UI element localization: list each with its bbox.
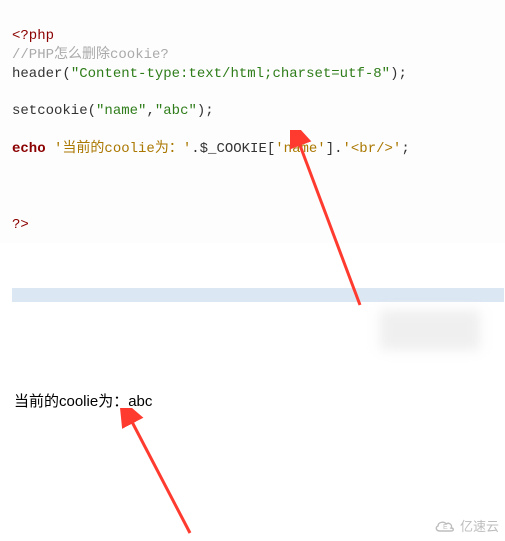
- php-comment: //PHP怎么删除cookie?: [12, 47, 169, 63]
- blur-overlay: [380, 310, 480, 350]
- output-line: 当前的coolie为：abc: [14, 390, 152, 411]
- php-close-tag: ?>: [12, 217, 29, 233]
- watermark-text: 亿速云: [460, 516, 499, 535]
- highlight-band: [12, 288, 504, 302]
- header-call: header: [12, 66, 62, 82]
- setcookie-arg1: "name": [96, 103, 146, 119]
- setcookie-call: setcookie: [12, 103, 88, 119]
- annotation-arrow-2-icon: [120, 408, 210, 538]
- echo-keyword: echo: [12, 141, 46, 157]
- echo-str1: '当前的coolie为：': [54, 141, 191, 157]
- setcookie-arg2: "abc": [155, 103, 197, 119]
- cookie-var: $_COOKIE[: [200, 141, 276, 157]
- watermark: E 亿速云: [434, 516, 499, 535]
- cookie-key: 'name': [275, 141, 325, 157]
- echo-str2: '<br/>': [343, 141, 402, 157]
- svg-text:E: E: [443, 524, 448, 531]
- php-open-tag: <?php: [12, 28, 54, 44]
- cloud-logo-icon: E: [434, 518, 456, 534]
- php-code-block: <?php //PHP怎么删除cookie? header("Content-t…: [0, 0, 505, 243]
- header-arg: "Content-type:text/html;charset=utf-8": [71, 66, 390, 82]
